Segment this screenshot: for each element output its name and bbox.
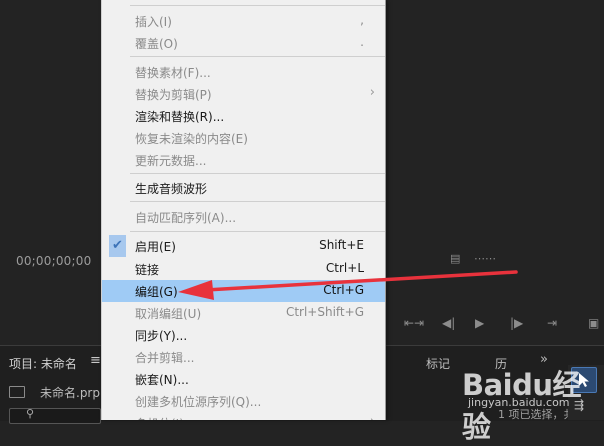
- menu-item-label: 覆盖(O): [135, 37, 178, 51]
- search-icon: ⚲: [26, 407, 35, 420]
- menu-item[interactable]: 渲染和替换(R)...: [102, 105, 385, 127]
- step-forward-icon[interactable]: |▶: [510, 316, 523, 330]
- menu-item-shortcut: ,: [360, 13, 364, 27]
- menu-item-label: 替换素材(F)...: [135, 66, 211, 80]
- menu-item[interactable]: 编组(G) Ctrl+G: [102, 280, 385, 302]
- menu-item-label: 渲染和替换(R)...: [135, 110, 225, 124]
- menu-item-label: 替换为剪辑(P): [135, 88, 212, 102]
- menu-item-label: 取消编组(U): [135, 307, 202, 321]
- menu-item-shortcut: Ctrl+L: [325, 261, 364, 275]
- menu-item[interactable]: 取消编组(U) Ctrl+Shift+G: [102, 302, 385, 324]
- menu-item-label: 创建多机位源序列(Q)...: [135, 395, 262, 409]
- menu-item-label: 多机位(I): [135, 415, 184, 420]
- menu-item-shortcut: Ctrl+G: [323, 283, 364, 297]
- audio-waveform-icon[interactable]: ⋯⋯: [474, 252, 496, 265]
- menu-item[interactable]: 插入(I),: [102, 10, 385, 32]
- menu-item-label: 恢复未渲染的内容(E): [135, 132, 248, 146]
- project-panel-tab[interactable]: 项目: 未命名: [9, 355, 77, 372]
- menu-separator: [130, 231, 385, 232]
- mark-in-out-icon[interactable]: ⇤⇥: [404, 316, 424, 330]
- panel-menu-icon[interactable]: ≡: [90, 353, 101, 368]
- menu-item-label: 更新元数据...: [135, 154, 207, 168]
- menu-item[interactable]: 嵌套(N)...: [102, 368, 385, 390]
- menu-item[interactable]: 生成音频波形: [102, 177, 385, 199]
- menu-item-label: 编组(G): [135, 285, 178, 299]
- play-icon[interactable]: ▶: [475, 316, 484, 330]
- menu-item-label: 同步(Y)...: [135, 329, 188, 343]
- timecode-display[interactable]: 00;00;00;00: [16, 254, 91, 268]
- menu-item[interactable]: 链接 Ctrl+L: [102, 258, 385, 280]
- watermark-url: jingyan.baidu.com: [468, 396, 570, 409]
- menu-separator: [130, 173, 385, 174]
- menu-item[interactable]: 创建多机位源序列(Q)...: [102, 390, 385, 412]
- menu-item-label: 嵌套(N)...: [135, 373, 189, 387]
- submenu-chevron-icon: ›: [370, 414, 375, 420]
- menu-separator: [130, 56, 385, 57]
- menu-item[interactable]: 同步(Y)...: [102, 324, 385, 346]
- menu-separator: [130, 201, 385, 202]
- menu-item[interactable]: 合并剪辑...: [102, 346, 385, 368]
- menu-item[interactable]: ✔ 启用(E) Shift+E: [102, 235, 385, 257]
- menu-item-shortcut: Shift+E: [319, 238, 364, 252]
- menu-item-label: 插入(I): [135, 15, 172, 29]
- menu-item[interactable]: 更新元数据...: [102, 149, 385, 171]
- menu-item-label: 启用(E): [135, 240, 176, 254]
- menu-item-shortcut: .: [360, 35, 364, 49]
- menu-item[interactable]: 自动匹配序列(A)...: [102, 206, 385, 228]
- menu-separator: [130, 5, 385, 6]
- checkmark-icon: ✔: [109, 235, 126, 257]
- folder-icon: [9, 386, 25, 398]
- export-frame-icon[interactable]: ▣: [588, 316, 599, 330]
- project-search-input[interactable]: [9, 408, 101, 424]
- menu-item-label: 合并剪辑...: [135, 351, 195, 365]
- go-to-out-icon[interactable]: ⇥: [547, 316, 557, 330]
- menu-item[interactable]: 覆盖(O).: [102, 32, 385, 54]
- menu-item-label: 自动匹配序列(A)...: [135, 211, 237, 225]
- film-strip-icon[interactable]: ▤: [450, 252, 460, 265]
- menu-item[interactable]: 恢复未渲染的内容(E): [102, 127, 385, 149]
- submenu-chevron-icon: ›: [369, 85, 375, 100]
- tab-markers[interactable]: 标记: [426, 355, 450, 372]
- menu-item-shortcut: Ctrl+Shift+G: [285, 305, 364, 319]
- menu-item[interactable]: 多机位(I) ›: [102, 412, 385, 420]
- menu-item[interactable]: 替换为剪辑(P) ›: [102, 83, 385, 105]
- menu-item[interactable]: 替换素材(F)...: [102, 61, 385, 83]
- clip-context-menu: 插入(I), 覆盖(O). 替换素材(F)... 替换为剪辑(P) › 渲染和替换(R).…: [101, 0, 386, 420]
- menu-item-label: 链接: [135, 263, 160, 277]
- step-back-icon[interactable]: ◀|: [442, 316, 455, 330]
- menu-item-label: 生成音频波形: [135, 182, 208, 196]
